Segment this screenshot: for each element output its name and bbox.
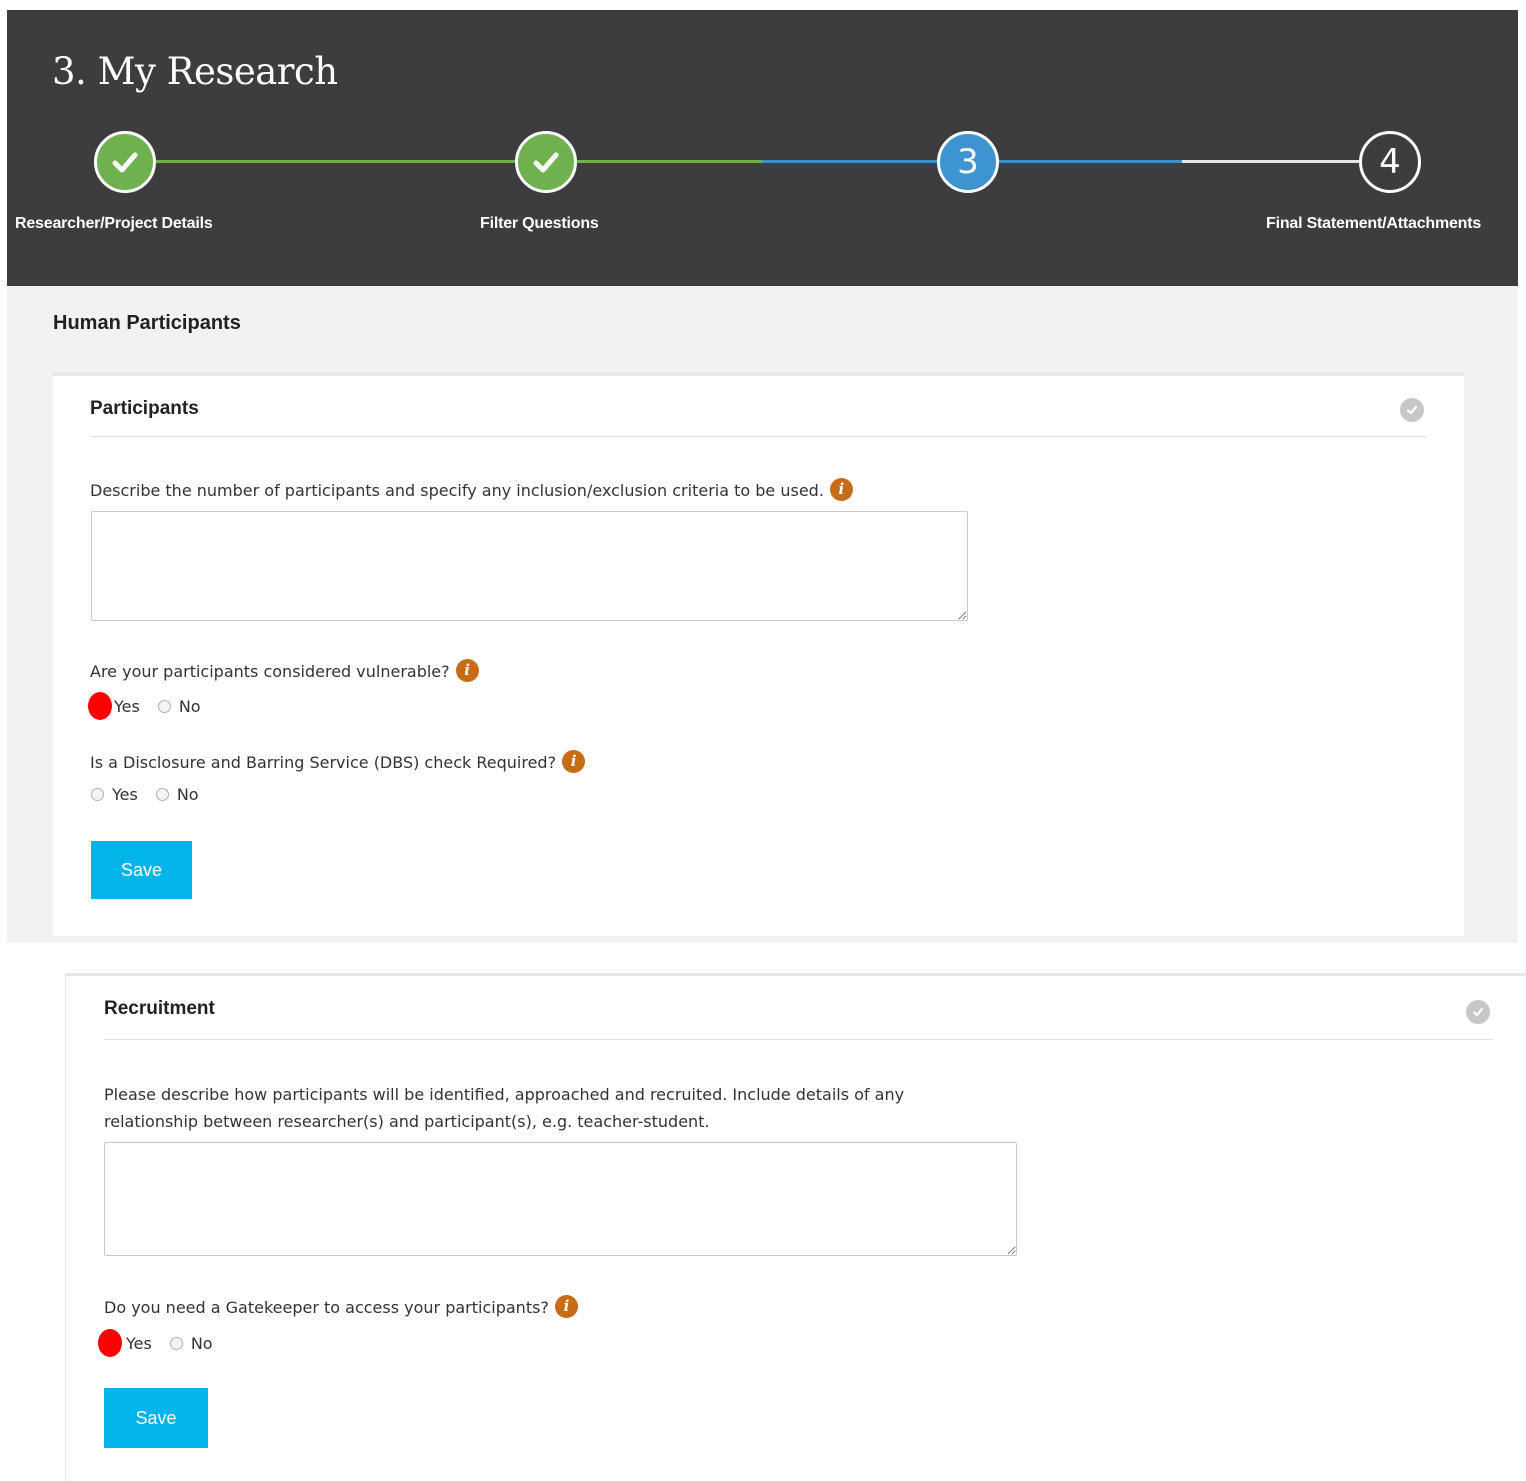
step-2-filter-questions[interactable] — [515, 131, 577, 193]
check-circle-icon — [1466, 1000, 1490, 1024]
question-text: Describe the number of participants and … — [90, 481, 824, 500]
gatekeeper-radio-group: Yes No — [98, 1329, 231, 1357]
dbs-radio-group: Yes No — [91, 785, 217, 804]
step-number: 3 — [957, 142, 979, 182]
vulnerable-question: Are your participants considered vulnera… — [90, 658, 479, 685]
step-number: 4 — [1379, 142, 1401, 182]
dbs-no-option[interactable]: No — [155, 785, 199, 804]
question-text-line2: relationship between researcher(s) and p… — [104, 1112, 710, 1131]
checkmark-icon — [533, 152, 559, 173]
question-text: Are your participants considered vulnera… — [90, 662, 450, 681]
option-label: No — [190, 1333, 213, 1353]
panel-title: Recruitment — [104, 998, 215, 1019]
checkmark-icon — [112, 152, 138, 173]
vulnerable-no-option[interactable]: No — [157, 696, 201, 716]
info-icon[interactable]: i — [554, 1295, 578, 1318]
participants-question: Describe the number of participants and … — [90, 477, 853, 504]
option-label: No — [178, 696, 201, 716]
step-label-researcher: Researcher/Project Details — [15, 215, 213, 232]
question-text: Is a Disclosure and Barring Service (DBS… — [90, 753, 557, 772]
dbs-yes-radio[interactable] — [91, 788, 104, 801]
panel-title: Participants — [90, 398, 199, 419]
page-header: 3. My Research 3 4 Researcher/Project De… — [7, 10, 1518, 286]
info-icon[interactable]: i — [562, 750, 586, 773]
recruitment-panel: Recruitment Please describe how particip… — [65, 973, 1526, 1481]
participants-panel: Participants Describe the number of part… — [53, 372, 1464, 936]
gatekeeper-no-option[interactable]: No — [169, 1333, 213, 1353]
recruitment-question: Please describe how participants will be… — [104, 1081, 904, 1135]
question-text-line1: Please describe how participants will be… — [104, 1085, 905, 1104]
vulnerable-yes-option[interactable]: Yes — [88, 692, 140, 720]
recruitment-textarea[interactable] — [104, 1142, 1017, 1256]
gatekeeper-yes-radio[interactable] — [98, 1329, 122, 1357]
vulnerable-no-radio[interactable] — [157, 699, 171, 713]
dbs-question: Is a Disclosure and Barring Service (DBS… — [90, 749, 586, 776]
participants-save-button[interactable]: Save — [91, 841, 192, 899]
human-participants-section: Human Participants Participants Describe… — [7, 286, 1518, 943]
step-3-my-research[interactable]: 3 — [937, 131, 999, 193]
step-connector-done — [132, 160, 762, 163]
step-1-researcher-project-details[interactable] — [94, 131, 156, 193]
panel-divider — [104, 1039, 1494, 1040]
page-title: 3. My Research — [52, 50, 338, 93]
gatekeeper-question: Do you need a Gatekeeper to access your … — [104, 1294, 578, 1321]
option-label: Yes — [126, 1333, 152, 1353]
check-circle-icon — [1400, 398, 1424, 422]
vulnerable-yes-radio[interactable] — [88, 692, 112, 720]
step-label-final: Final Statement/Attachments — [1266, 215, 1482, 232]
option-label: No — [176, 785, 199, 804]
step-4-final-statement[interactable]: 4 — [1359, 131, 1421, 193]
panel-divider — [90, 436, 1427, 437]
dbs-no-radio[interactable] — [155, 788, 169, 801]
info-icon[interactable]: i — [455, 659, 479, 682]
gatekeeper-yes-option[interactable]: Yes — [98, 1329, 152, 1357]
option-label: Yes — [112, 785, 138, 804]
recruitment-save-button[interactable]: Save — [104, 1388, 208, 1448]
question-text: Do you need a Gatekeeper to access your … — [104, 1298, 549, 1317]
participants-criteria-textarea[interactable] — [91, 511, 968, 621]
dbs-yes-option[interactable]: Yes — [91, 785, 138, 804]
step-label-filter: Filter Questions — [480, 215, 599, 232]
gatekeeper-no-radio[interactable] — [169, 1336, 183, 1350]
section-title: Human Participants — [53, 312, 241, 334]
option-label: Yes — [114, 696, 140, 716]
info-icon[interactable]: i — [829, 478, 853, 501]
vulnerable-radio-group: Yes No — [88, 692, 219, 720]
